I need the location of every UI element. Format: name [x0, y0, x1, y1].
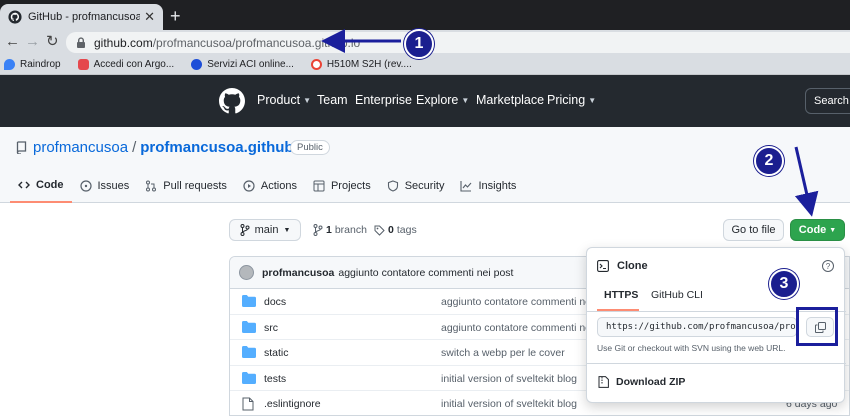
file-name[interactable]: src [264, 322, 278, 334]
bookmark-raindrop[interactable]: Raindrop [4, 59, 61, 70]
tab-code[interactable]: Code [10, 174, 72, 203]
browser-tab[interactable]: GitHub - profmancusoa/profm ✕ [0, 4, 163, 30]
repo-title: profmancusoa / profmancusoa.github.io [33, 139, 311, 156]
pull-request-icon [146, 180, 157, 192]
chevron-down-icon: ▼ [588, 95, 597, 105]
issue-icon [79, 180, 92, 192]
nav-pricing[interactable]: Pricing ▼ [547, 93, 596, 107]
step-3-badge: 3 [769, 269, 799, 299]
branch-count-link[interactable]: 1 branch [313, 224, 367, 236]
tab-issues[interactable]: Issues [72, 174, 138, 198]
help-icon[interactable]: ? [822, 260, 834, 272]
tab-actions[interactable]: Actions [235, 174, 305, 198]
google-icon [310, 59, 322, 70]
tab-insights[interactable]: Insights [452, 174, 524, 198]
bookmark-google[interactable]: H510M S2H (rev.... [310, 59, 412, 70]
lock-icon [77, 37, 85, 48]
commit-message[interactable]: aggiunto contatore commenti nei post [338, 267, 513, 279]
github-logo-icon[interactable] [219, 88, 245, 114]
repo-title-separator: / [132, 139, 137, 156]
branch-icon [240, 224, 250, 236]
bookmark-aci[interactable]: Servizi ACI online... [191, 59, 294, 70]
divider [587, 363, 846, 364]
tab-pull-requests[interactable]: Pull requests [137, 174, 235, 198]
file-name[interactable]: .eslintignore [264, 398, 321, 410]
back-arrow-icon[interactable]: ← [5, 33, 20, 51]
github-favicon-icon [8, 10, 22, 24]
argo-icon [77, 59, 89, 70]
address-bar[interactable]: github.com/profmancusoa/profmancusoa.git… [66, 32, 850, 53]
search-input[interactable]: Search [805, 88, 850, 114]
folder-icon [242, 320, 256, 333]
visibility-badge: Public [290, 140, 330, 155]
tab-github-cli[interactable]: GitHub CLI [651, 289, 703, 301]
url-path: /profmancusoa/profmancusoa.github.io [152, 35, 361, 50]
nav-enterprise[interactable]: Enterprise [355, 93, 412, 107]
terminal-icon [597, 260, 609, 272]
tab-projects[interactable]: Projects [305, 174, 379, 198]
repo-name-link[interactable]: profmancusoa.github.io [140, 139, 311, 156]
repo-owner-link[interactable]: profmancusoa [33, 139, 128, 156]
folder-icon [242, 295, 256, 307]
nav-explore[interactable]: Explore ▼ [416, 93, 469, 107]
go-to-file-button[interactable]: Go to file [723, 219, 784, 241]
graph-icon [460, 181, 472, 192]
clone-header: Clone [597, 260, 648, 272]
browser-tab-strip: GitHub - profmancusoa/profm ✕ + [0, 0, 850, 30]
tag-icon [374, 225, 385, 236]
branch-icon [313, 224, 323, 236]
nav-product[interactable]: Product ▼ [257, 93, 311, 107]
forward-arrow-icon[interactable]: → [25, 33, 40, 51]
new-tab-icon[interactable]: + [170, 6, 181, 26]
branch-name: main [254, 224, 279, 236]
chevron-down-icon: ▼ [303, 95, 312, 105]
file-commit-message[interactable]: initial version of sveltekit blog [441, 398, 577, 410]
file-commit-message[interactable]: aggiunto contatore commenti nei p [441, 296, 602, 308]
repo-icon [16, 141, 27, 154]
play-icon [243, 180, 255, 192]
file-commit-message[interactable]: switch a webp per le cover [441, 347, 565, 359]
chevron-down-icon: ▼ [829, 226, 837, 234]
bookmarks-bar: Raindrop Accedi con Argo... Servizi ACI … [0, 55, 850, 75]
repo-header: profmancusoa / profmancusoa.github.io Publ… [0, 127, 850, 203]
reload-icon[interactable]: ↻ [46, 33, 59, 51]
code-icon [18, 181, 30, 189]
chevron-down-icon: ▼ [461, 95, 470, 105]
code-button[interactable]: Code ▼ [790, 219, 845, 241]
close-tab-icon[interactable]: ✕ [144, 9, 155, 25]
browser-tab-title: GitHub - profmancusoa/profm [28, 11, 141, 23]
clone-url-field[interactable]: https://github.com/profmancusoa/profmanc… [597, 317, 797, 337]
nav-marketplace[interactable]: Marketplace [476, 93, 544, 107]
bookmark-argo[interactable]: Accedi con Argo... [77, 59, 174, 70]
aci-icon [191, 59, 203, 70]
github-header: Product ▼ Team Enterprise Explore ▼ Market… [0, 75, 850, 127]
url-host: github.com [94, 35, 153, 50]
shield-icon [387, 180, 398, 192]
file-name[interactable]: tests [264, 373, 286, 385]
commit-author[interactable]: profmancusoa [262, 267, 334, 279]
avatar[interactable] [239, 265, 254, 280]
file-commit-message[interactable]: aggiunto contatore commenti nei p [441, 322, 602, 334]
branch-selector[interactable]: main ▼ [229, 219, 301, 241]
chevron-down-icon: ▼ [283, 226, 291, 234]
step-2-badge: 2 [754, 146, 784, 176]
tag-count-link[interactable]: 0 tags [374, 224, 417, 236]
folder-icon [242, 371, 256, 384]
table-icon [313, 180, 325, 192]
raindrop-icon [4, 59, 15, 70]
tab-security[interactable]: Security [379, 174, 453, 198]
download-zip-button[interactable]: Download ZIP [598, 376, 685, 388]
nav-team[interactable]: Team [317, 93, 348, 107]
file-icon [242, 397, 254, 411]
file-name[interactable]: docs [264, 296, 286, 308]
file-name[interactable]: static [264, 347, 289, 359]
repo-tabs: Code Issues Pull requests Actions Projec… [10, 174, 524, 203]
file-commit-message[interactable]: initial version of sveltekit blog [441, 373, 577, 385]
folder-icon [242, 346, 256, 359]
clone-hint: Use Git or checkout with SVN using the w… [597, 343, 786, 353]
zip-file-icon [598, 376, 609, 388]
tab-https[interactable]: HTTPS [604, 289, 638, 301]
step-1-badge: 1 [404, 29, 434, 59]
copy-highlight-box [796, 307, 838, 346]
